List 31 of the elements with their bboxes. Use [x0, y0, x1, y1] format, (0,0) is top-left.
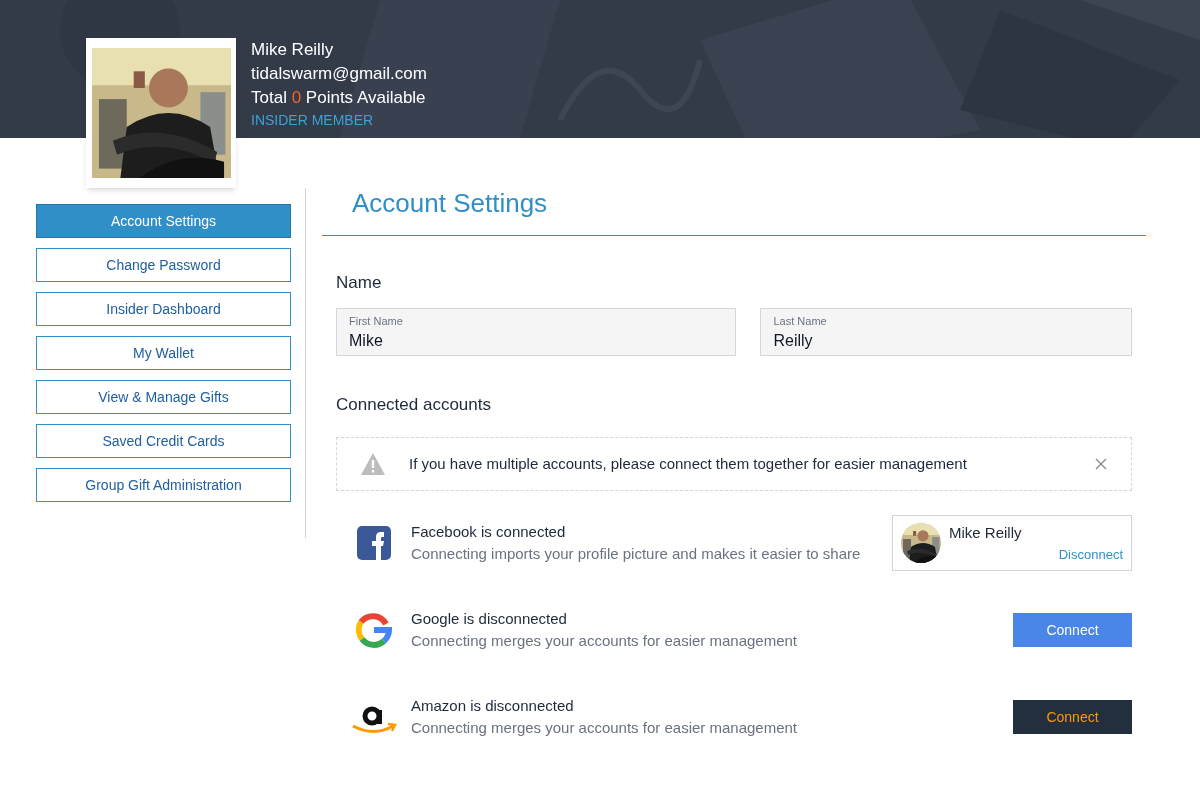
close-icon[interactable] — [1095, 458, 1107, 470]
sidebar-item[interactable]: Group Gift Administration — [36, 468, 291, 502]
sidebar-item[interactable]: Saved Credit Cards — [36, 424, 291, 458]
text-field[interactable]: First Name Mike — [336, 307, 737, 356]
account-description: Connecting imports your profile picture and makes it easier to share — [411, 544, 862, 564]
sidebar-item[interactable]: Change Password — [36, 248, 291, 282]
facebook-icon — [356, 526, 391, 560]
connect-button[interactable]: Connect — [1013, 700, 1132, 734]
connect-button[interactable]: Connect — [1013, 613, 1132, 647]
text-field[interactable]: Last Name Reilly — [760, 307, 1132, 356]
account-status: Facebook is connected — [411, 521, 567, 542]
profile-name: Mike Reilly — [949, 523, 1022, 543]
account-status: Google is disconnected — [411, 608, 568, 629]
field-label: Last Name — [773, 313, 828, 329]
sidebar-item[interactable]: Account Settings — [36, 204, 291, 238]
section-heading: Connected accounts — [336, 393, 492, 416]
google-icon — [355, 612, 392, 648]
warning-icon — [361, 453, 385, 475]
section-heading: Name — [336, 272, 383, 294]
notice-text: If you have multiple accounts, please connect them together for easier management — [409, 453, 968, 474]
name-input[interactable]: Mike — [349, 329, 724, 353]
account-description: Connecting merges your accounts for easier management — [411, 631, 799, 651]
account-description: Connecting merges your accounts for easier management — [411, 718, 799, 738]
account-status: Amazon is disconnected — [411, 695, 575, 716]
page-title: Account Settings — [352, 188, 549, 218]
name-input[interactable]: Reilly — [773, 329, 1119, 353]
sidebar-item[interactable]: View & Manage Gifts — [36, 380, 291, 414]
disconnect-link[interactable]: Disconnect — [1058, 544, 1123, 564]
sidebar-item[interactable]: My Wallet — [36, 336, 291, 370]
sidebar-item[interactable]: Insider Dashboard — [36, 292, 291, 326]
field-label: First Name — [349, 313, 404, 329]
